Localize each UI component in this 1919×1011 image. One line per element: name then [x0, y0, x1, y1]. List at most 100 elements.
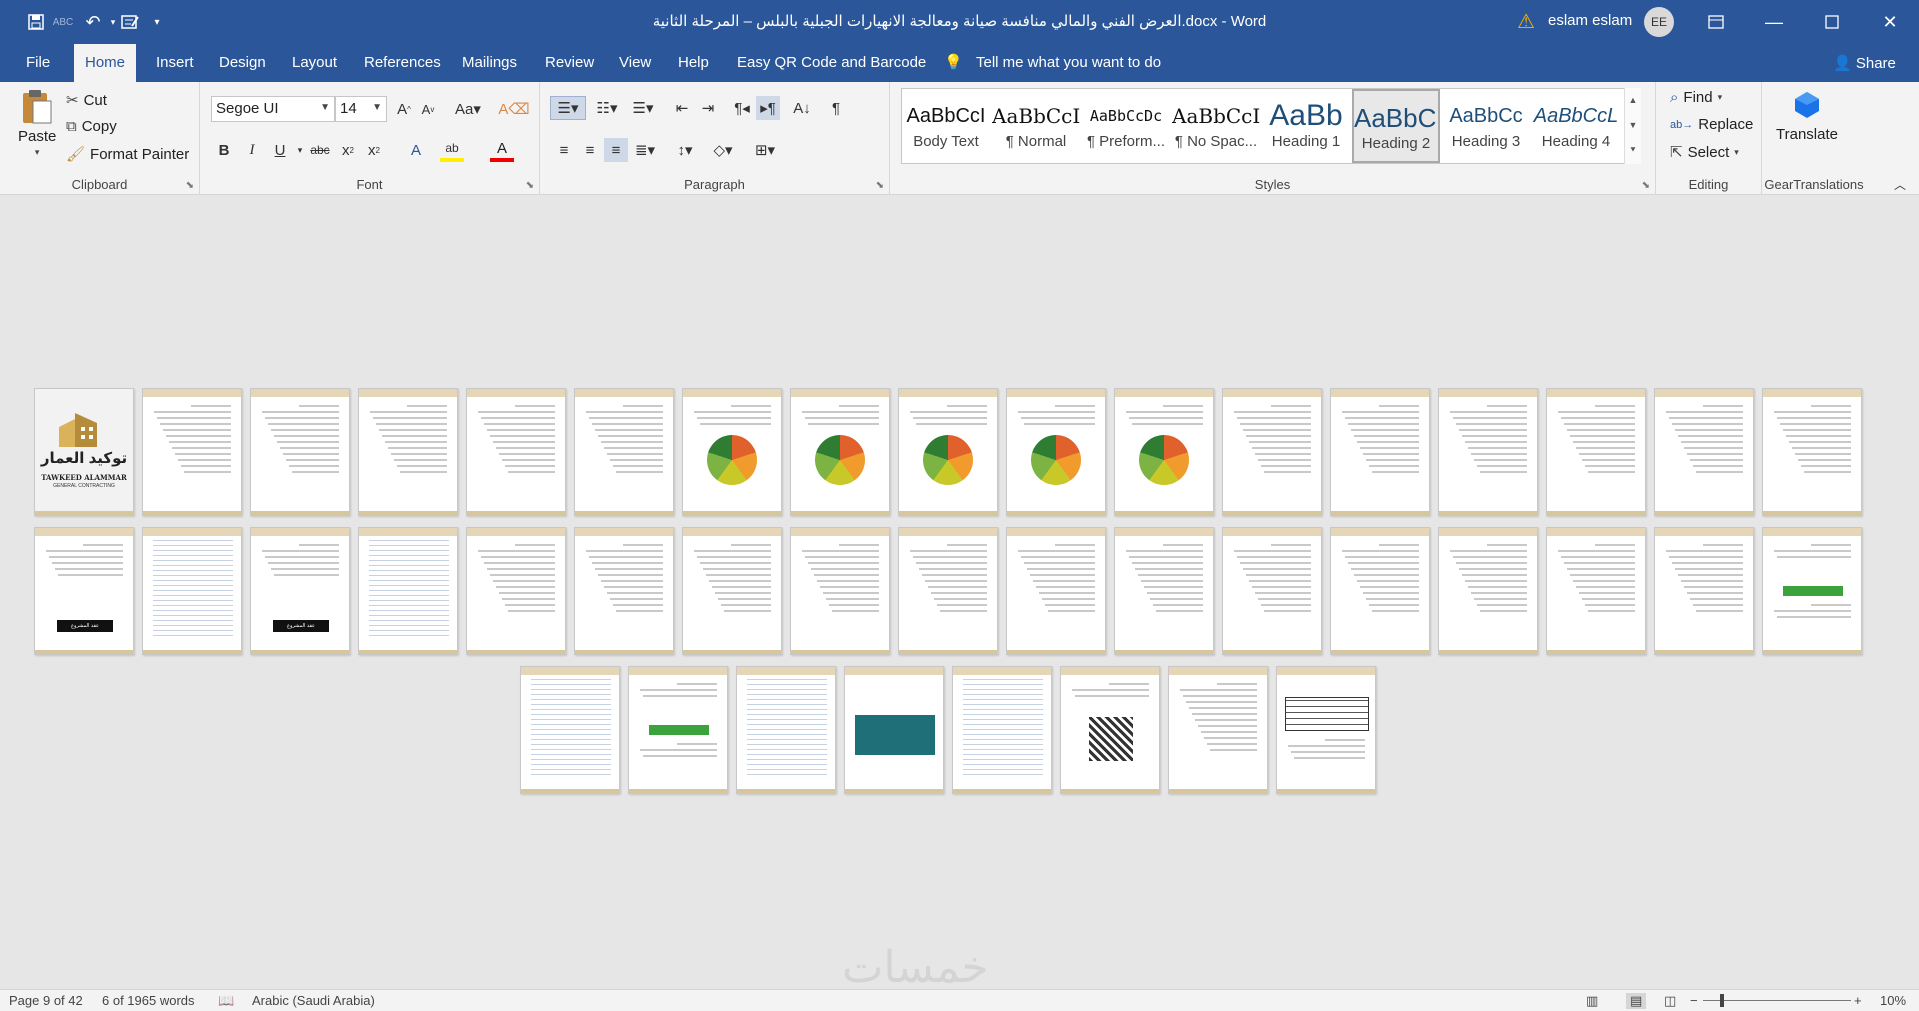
- page-thumbnail[interactable]: [736, 666, 836, 794]
- style-preformatted[interactable]: AaBbCcDc ¶ Preform...: [1082, 89, 1170, 163]
- page-thumbnail[interactable]: [142, 388, 242, 516]
- page-thumbnail[interactable]: [790, 388, 890, 516]
- page-thumbnail[interactable]: [466, 388, 566, 516]
- tab-references[interactable]: References: [364, 44, 441, 82]
- document-area[interactable]: توكيد العمار TAWKEED ALAMMAR GENERAL CONTR…: [0, 196, 1919, 993]
- font-name-combo[interactable]: Segoe UI ▼: [211, 96, 335, 122]
- page-thumbnail[interactable]: [1330, 527, 1430, 655]
- grow-font-icon[interactable]: A ^: [392, 97, 416, 121]
- style-heading-3[interactable]: AaBbCc Heading 3: [1442, 89, 1530, 163]
- show-formatting-icon[interactable]: ¶: [824, 96, 848, 120]
- page-thumbnail[interactable]: [1438, 388, 1538, 516]
- page-thumbnail[interactable]: [1654, 527, 1754, 655]
- line-spacing-icon[interactable]: ↕▾: [670, 138, 700, 162]
- font-size-combo[interactable]: 14 ▼: [335, 96, 387, 122]
- decrease-indent-icon[interactable]: ⇤: [670, 96, 694, 120]
- shrink-font-icon[interactable]: Av: [416, 97, 440, 121]
- page-thumbnail[interactable]: [1006, 388, 1106, 516]
- page-thumbnail[interactable]: [1438, 527, 1538, 655]
- zoom-out-icon[interactable]: −: [1690, 993, 1698, 1008]
- tab-home[interactable]: Home: [74, 44, 137, 82]
- zoom-slider[interactable]: [1703, 1000, 1851, 1001]
- style-normal[interactable]: AaBbCcI ¶ Normal: [992, 89, 1080, 163]
- maximize-button[interactable]: [1803, 0, 1861, 44]
- ltr-icon[interactable]: ▸¶: [756, 96, 780, 120]
- proofing-icon[interactable]: 📖: [218, 993, 234, 1009]
- page-thumbnail[interactable]: [628, 666, 728, 794]
- page-thumbnail[interactable]: [952, 666, 1052, 794]
- translate-button[interactable]: Translate: [1776, 90, 1838, 143]
- rtl-icon[interactable]: ¶◂: [730, 96, 754, 120]
- zoom-thumb[interactable]: [1720, 994, 1724, 1007]
- bold-icon[interactable]: B: [212, 138, 236, 162]
- page-thumbnail[interactable]: [574, 388, 674, 516]
- style-body-text[interactable]: AaBbCcI Body Text: [902, 89, 990, 163]
- copy-button[interactable]: ⧉ Copy: [66, 118, 117, 135]
- page-thumbnail[interactable]: [574, 527, 674, 655]
- multilevel-list-icon[interactable]: ☰▾: [628, 96, 658, 120]
- replace-button[interactable]: ab→ Replace: [1670, 116, 1753, 133]
- tab-mailings[interactable]: Mailings: [462, 44, 517, 82]
- web-layout-icon[interactable]: ◫: [1664, 993, 1676, 1009]
- gallery-up-icon[interactable]: ▲: [1625, 88, 1641, 113]
- page-thumbnail[interactable]: [1762, 527, 1862, 655]
- page-thumbnail[interactable]: [1276, 666, 1376, 794]
- page-thumbnail[interactable]: عقد المشروع: [250, 527, 350, 655]
- shading-icon[interactable]: ◇▾: [708, 138, 738, 162]
- subscript-icon[interactable]: x2: [336, 138, 360, 162]
- user-name[interactable]: eslam eslam: [1548, 12, 1632, 29]
- page-thumbnail[interactable]: [1168, 666, 1268, 794]
- page-thumbnail[interactable]: [1222, 527, 1322, 655]
- strikethrough-icon[interactable]: abc: [308, 138, 332, 162]
- increase-indent-icon[interactable]: ⇥: [696, 96, 720, 120]
- clear-formatting-icon[interactable]: A⌫: [498, 97, 529, 121]
- tab-help[interactable]: Help: [678, 44, 709, 82]
- print-layout-icon[interactable]: ▤: [1626, 993, 1647, 1009]
- select-button[interactable]: ⇱ Select ▾: [1670, 143, 1739, 162]
- justify-icon[interactable]: ≣▾: [630, 138, 660, 162]
- text-effects-icon[interactable]: A: [404, 138, 428, 162]
- page-thumbnail[interactable]: [358, 527, 458, 655]
- page-thumbnail[interactable]: [682, 388, 782, 516]
- page-thumbnail[interactable]: توكيد العمار TAWKEED ALAMMAR GENERAL CONTR…: [34, 388, 134, 516]
- paste-button[interactable]: Paste ▾: [18, 88, 56, 158]
- gallery-down-icon[interactable]: ▼: [1625, 113, 1641, 138]
- close-button[interactable]: ✕: [1861, 0, 1919, 44]
- page-thumbnail[interactable]: [790, 527, 890, 655]
- page-thumbnail[interactable]: [1006, 527, 1106, 655]
- page-thumbnail[interactable]: [142, 527, 242, 655]
- tab-design[interactable]: Design: [219, 44, 266, 82]
- page-thumbnail[interactable]: [250, 388, 350, 516]
- word-count[interactable]: 6 of 1965 words: [102, 993, 195, 1008]
- page-thumbnail[interactable]: [898, 388, 998, 516]
- bullets-icon[interactable]: ☰▾: [550, 96, 586, 120]
- align-center-icon[interactable]: ≡: [578, 138, 602, 162]
- borders-icon[interactable]: ⊞▾: [750, 138, 780, 162]
- page-thumbnail[interactable]: [1330, 388, 1430, 516]
- tell-me-search[interactable]: Tell me what you want to do: [976, 44, 1161, 82]
- avatar[interactable]: EE: [1644, 7, 1674, 37]
- tab-review[interactable]: Review: [545, 44, 594, 82]
- page-thumbnail[interactable]: [466, 527, 566, 655]
- collapse-ribbon-icon[interactable]: ︿: [1888, 172, 1912, 196]
- minimize-button[interactable]: —: [1745, 0, 1803, 44]
- page-thumbnail[interactable]: [898, 527, 998, 655]
- page-thumbnail[interactable]: [1546, 388, 1646, 516]
- style-heading-1[interactable]: AaBb Heading 1: [1262, 89, 1350, 163]
- share-button[interactable]: 👤 Share: [1833, 54, 1896, 72]
- warning-icon[interactable]: ⚠: [1517, 9, 1535, 34]
- page-thumbnail[interactable]: [844, 666, 944, 794]
- style-no-spacing[interactable]: AaBbCcI ¶ No Spac...: [1172, 89, 1260, 163]
- page-thumbnail[interactable]: عقد المشروع: [34, 527, 134, 655]
- change-case-icon[interactable]: Aa▾: [452, 97, 484, 121]
- paragraph-launcher-icon[interactable]: ⬊: [876, 180, 884, 191]
- styles-launcher-icon[interactable]: ⬊: [1642, 180, 1650, 191]
- page-count[interactable]: Page 9 of 42: [9, 993, 83, 1008]
- read-mode-icon[interactable]: ▥: [1586, 993, 1598, 1009]
- zoom-level[interactable]: 10%: [1880, 993, 1906, 1008]
- numbering-icon[interactable]: ☷▾: [592, 96, 622, 120]
- language-status[interactable]: Arabic (Saudi Arabia): [252, 993, 375, 1008]
- page-thumbnail[interactable]: [682, 527, 782, 655]
- font-color-icon[interactable]: A: [490, 138, 514, 162]
- page-thumbnail[interactable]: [1762, 388, 1862, 516]
